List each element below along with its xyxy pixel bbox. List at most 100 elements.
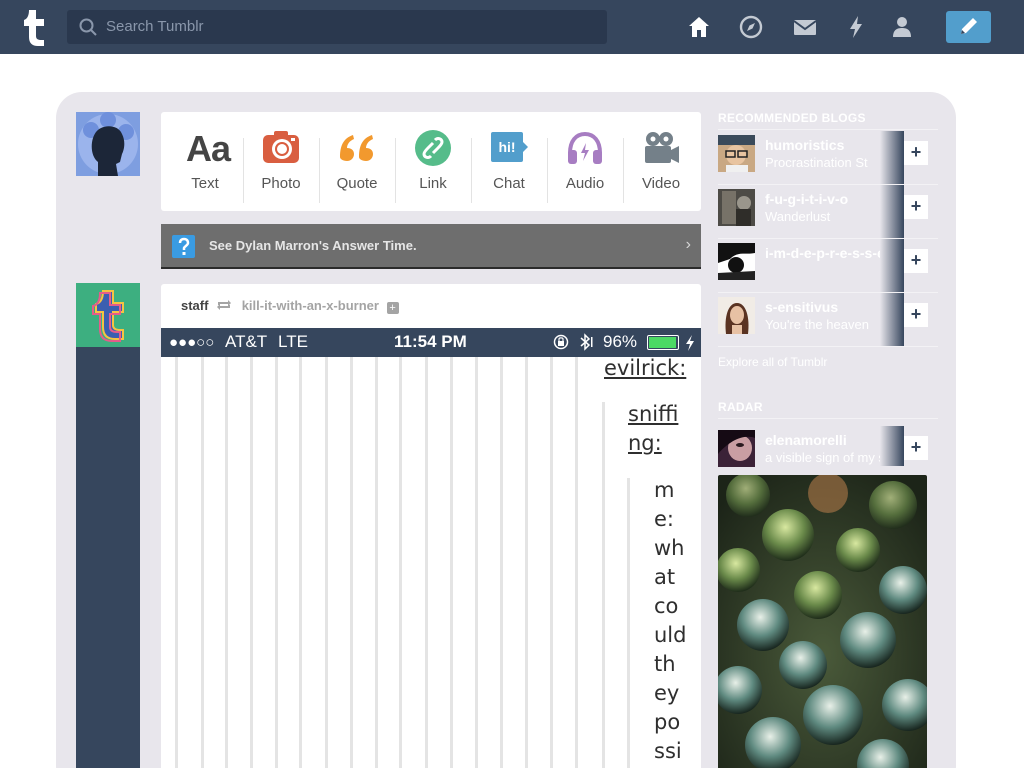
account-icon[interactable] <box>889 14 915 40</box>
link-icon <box>415 130 451 166</box>
post-header: staff kill-it-with-an-x-burner + <box>181 298 399 314</box>
chevron-right-icon: › <box>685 236 691 253</box>
post-author[interactable]: staff <box>181 298 208 313</box>
network-label: LTE <box>278 332 308 351</box>
divider <box>718 346 938 347</box>
text-line: uld <box>654 623 687 647</box>
recommended-blog-item[interactable]: s-ensitivus You're the heaven + <box>718 293 928 347</box>
username-evilrick: evilrick: <box>604 356 687 380</box>
phone-time: 11:54 PM <box>394 332 467 351</box>
blog-avatar <box>718 135 755 172</box>
blog-avatar <box>718 189 755 226</box>
text-line: ey <box>654 681 680 705</box>
dashboard-post: staff kill-it-with-an-x-burner + ●●●○○ A… <box>161 284 701 768</box>
post-type-text[interactable]: Aa Text <box>167 112 243 211</box>
blog-item-fade <box>880 131 904 185</box>
quote-line <box>627 478 630 768</box>
quote-icon <box>340 135 373 161</box>
video-icon <box>645 132 679 163</box>
avatar-sticky-strip <box>76 347 140 768</box>
search-icon <box>79 18 97 36</box>
text-line: po <box>654 710 681 734</box>
post-type-quote[interactable]: Quote <box>319 112 395 211</box>
reblog-icon <box>217 300 232 310</box>
answer-time-banner[interactable]: See Dylan Marron's Answer Time. › <box>161 224 701 269</box>
blog-avatar <box>718 430 755 467</box>
post-type-link[interactable]: Link <box>395 112 471 211</box>
text-line: wh <box>654 536 685 560</box>
blog-description: Wanderlust <box>765 209 831 224</box>
post-type-video[interactable]: Video <box>623 112 699 211</box>
reblogged-from[interactable]: kill-it-with-an-x-burner <box>242 298 379 313</box>
follow-button[interactable]: + <box>904 436 928 460</box>
blog-avatar <box>718 243 755 280</box>
post-type-label: Quote <box>336 175 378 192</box>
blog-name: s-ensitivus <box>765 299 839 315</box>
blog-item-fade <box>880 426 904 466</box>
top-navbar: Search Tumblr <box>0 0 1024 54</box>
post-type-audio[interactable]: Audio <box>547 112 623 211</box>
post-type-label: Link <box>419 175 447 192</box>
post-type-label: Photo <box>261 175 301 192</box>
recommended-blogs-title: RECOMMENDED BLOGS <box>718 111 866 125</box>
follow-button[interactable]: + <box>904 303 928 327</box>
carrier-label: AT&T <box>225 332 268 351</box>
search-box[interactable]: Search Tumblr <box>67 10 607 44</box>
blog-item-fade <box>880 239 904 293</box>
follow-button[interactable]: + <box>904 195 928 219</box>
battery-percent: 96% <box>603 332 638 351</box>
post-type-label: Video <box>641 175 681 192</box>
follow-button[interactable]: + <box>904 249 928 273</box>
recommended-blog-item[interactable]: i-m-d-e-p-r-e-s-s-e + <box>718 239 928 293</box>
username-sniffing-2: ng: <box>628 431 662 455</box>
blog-description: a visible sign of my s <box>765 450 885 465</box>
post-image-screenshot: ●●●○○ AT&T LTE 11:54 PM 96% evilrick: sn… <box>161 328 701 768</box>
user-avatar[interactable] <box>76 112 140 176</box>
text-line: ssi <box>654 739 682 763</box>
search-placeholder: Search Tumblr <box>106 18 204 35</box>
explore-link[interactable]: Explore all of Tumblr <box>718 355 827 369</box>
chat-icon: hi! <box>491 132 528 162</box>
svg-text:hi!: hi! <box>498 139 515 155</box>
rotation-lock-icon <box>553 334 569 350</box>
divider <box>718 129 938 130</box>
blog-name: i-m-d-e-p-r-e-s-s-e <box>765 245 885 261</box>
radar-photo[interactable] <box>718 475 927 768</box>
battery-icon <box>647 335 679 350</box>
post-type-photo[interactable]: Photo <box>243 112 319 211</box>
recommended-blog-item[interactable]: f-u-g-i-t-i-v-o Wanderlust + <box>718 185 928 239</box>
blog-description: Procrastination St <box>765 155 868 170</box>
follow-plus-icon[interactable]: + <box>386 302 399 314</box>
text-line: at <box>654 565 676 589</box>
home-icon[interactable] <box>686 14 712 40</box>
post-type-chat[interactable]: hi! Chat <box>471 112 547 211</box>
radar-title: RADAR <box>718 400 763 414</box>
inbox-icon[interactable] <box>792 14 818 40</box>
quote-line <box>602 402 605 768</box>
text-line: m <box>654 478 675 502</box>
compose-button[interactable] <box>946 11 991 43</box>
tumblr-logo[interactable] <box>18 8 48 46</box>
post-type-label: Chat <box>493 175 525 192</box>
headphones-icon <box>568 131 602 164</box>
camera-icon <box>263 131 299 163</box>
text-line: e: <box>654 507 674 531</box>
post-type-label: Text <box>191 175 219 192</box>
blog-item-fade <box>880 293 904 347</box>
radar-blog-item[interactable]: elenamorelli a visible sign of my s + <box>718 426 928 470</box>
blog-name: humoristics <box>765 137 845 153</box>
blog-avatar <box>718 297 755 334</box>
explore-icon[interactable] <box>738 14 764 40</box>
recommended-blog-item[interactable]: humoristics Procrastination St + <box>718 131 928 185</box>
blog-name: elenamorelli <box>765 432 847 448</box>
blog-description: You're the heaven <box>765 317 869 332</box>
text-line: co <box>654 594 679 618</box>
blog-item-fade <box>880 185 904 239</box>
text-icon: Aa <box>185 128 231 169</box>
activity-icon[interactable] <box>843 14 869 40</box>
follow-button[interactable]: + <box>904 141 928 165</box>
post-type-label: Audio <box>565 175 605 192</box>
phone-status-bar: ●●●○○ AT&T LTE 11:54 PM 96% <box>161 328 701 357</box>
answer-time-text: See Dylan Marron's Answer Time. <box>209 238 417 253</box>
staff-avatar[interactable] <box>76 283 140 347</box>
